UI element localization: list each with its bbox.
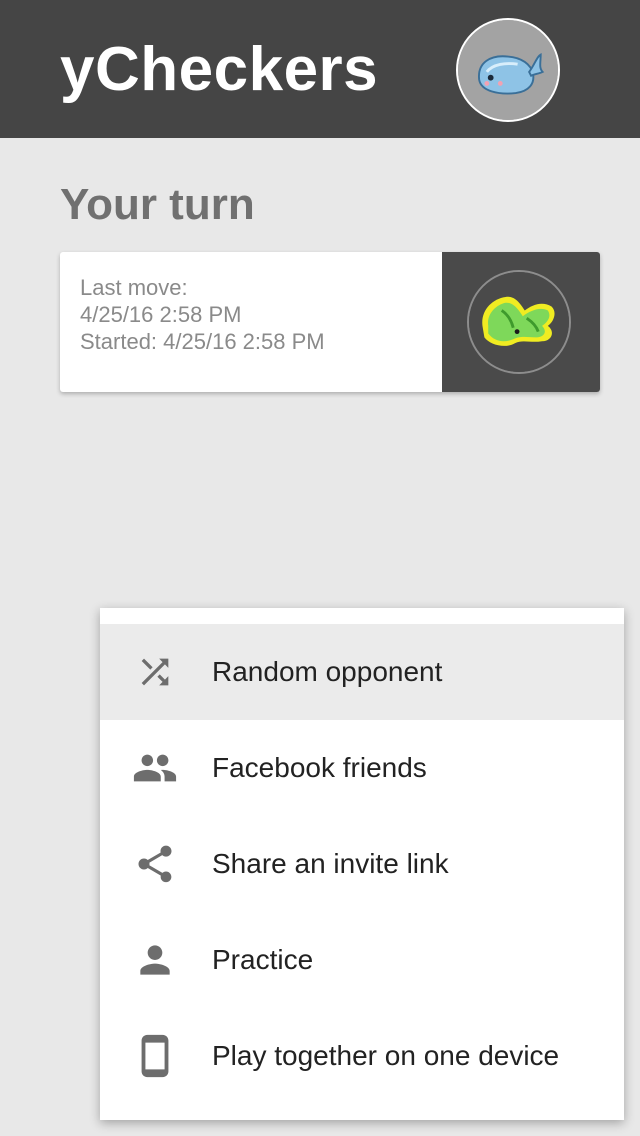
share-icon [132,844,178,884]
app-title: yCheckers [60,35,379,104]
game-card-info: Last move: 4/25/16 2:58 PM Started: 4/25… [80,274,325,355]
green-creature-avatar-icon [469,272,569,372]
whale-avatar-icon [458,20,558,120]
last-move-time: 4/25/16 2:58 PM [80,302,242,327]
person-icon [132,940,178,980]
app-header: yCheckers [0,0,640,138]
user-avatar[interactable] [456,18,560,122]
last-move-label: Last move: [80,275,188,300]
app-screen: yCheckers Your turn Last move: 4/25/16 2… [0,0,640,1136]
new-game-menu: Random opponent Facebook friends Share a… [100,608,624,1120]
people-icon [132,748,178,788]
opponent-panel [442,252,600,392]
shuffle-icon [132,652,178,692]
menu-item-label: Facebook friends [212,752,427,783]
menu-item-label: Practice [212,944,314,975]
section-title-your-turn: Your turn [60,180,255,229]
menu-item-label: Play together on one device [212,1040,560,1071]
menu-item-random-opponent[interactable]: Random opponent [100,624,624,720]
menu-item-share-invite-link[interactable]: Share an invite link [100,816,624,912]
game-card[interactable]: Last move: 4/25/16 2:58 PM Started: 4/25… [60,252,600,392]
menu-item-facebook-friends[interactable]: Facebook friends [100,720,624,816]
menu-item-play-one-device[interactable]: Play together on one device [100,1008,624,1104]
menu-item-label: Random opponent [212,656,443,687]
started-text: Started: 4/25/16 2:58 PM [80,329,325,354]
menu-item-practice[interactable]: Practice [100,912,624,1008]
menu-item-label: Share an invite link [212,848,449,879]
phone-icon [132,1034,178,1078]
opponent-avatar [467,270,571,374]
